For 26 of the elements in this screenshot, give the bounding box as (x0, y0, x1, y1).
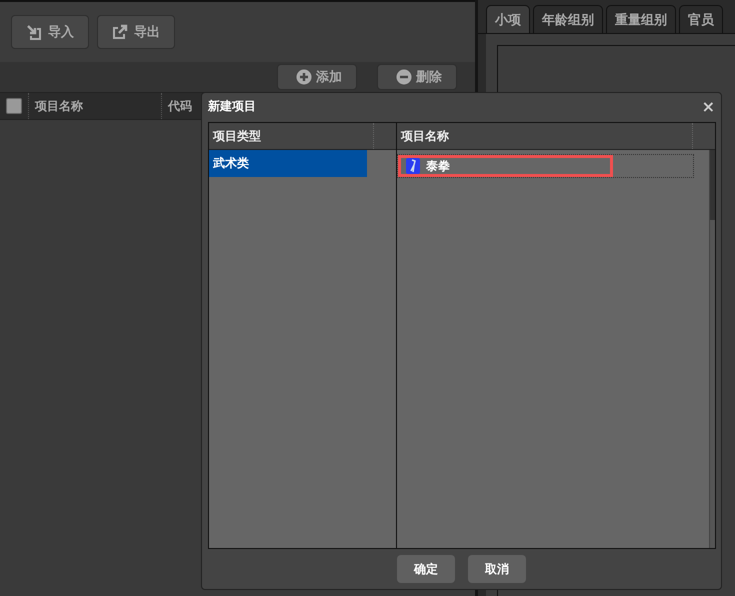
minus-icon (396, 69, 412, 85)
column-header: 项目名称 (400, 128, 450, 144)
tab[interactable]: 官员 (679, 5, 723, 33)
list-item[interactable]: 泰拳 (398, 155, 613, 177)
column-header[interactable]: 项目名称 (35, 98, 83, 114)
column-header[interactable]: 代码 (168, 98, 192, 114)
select-all-checkbox[interactable] (6, 98, 22, 114)
cancel-button[interactable]: 取消 (468, 555, 526, 583)
import-button[interactable]: 导入 (11, 15, 89, 49)
column-header: 项目类型 (212, 128, 262, 144)
item-name: 泰拳 (426, 158, 450, 174)
tab[interactable]: 小项 (486, 5, 530, 33)
arrow-in-icon (26, 24, 42, 40)
ok-button[interactable]: 确定 (397, 555, 455, 583)
dialog-title: 新建项目 (208, 98, 256, 115)
scrollbar[interactable] (709, 150, 715, 548)
plus-icon (296, 69, 312, 85)
list-item[interactable]: 武术类 (209, 150, 367, 177)
export-button[interactable]: 导出 (97, 15, 175, 49)
add-button[interactable]: 添加 (277, 64, 357, 90)
arrow-out-icon (112, 24, 128, 40)
tab[interactable]: 重量组别 (606, 5, 676, 33)
tab[interactable]: 年龄组别 (533, 5, 603, 33)
figure-icon (406, 158, 420, 174)
remove-button[interactable]: 删除 (377, 64, 457, 90)
close-button[interactable]: × (702, 97, 715, 116)
